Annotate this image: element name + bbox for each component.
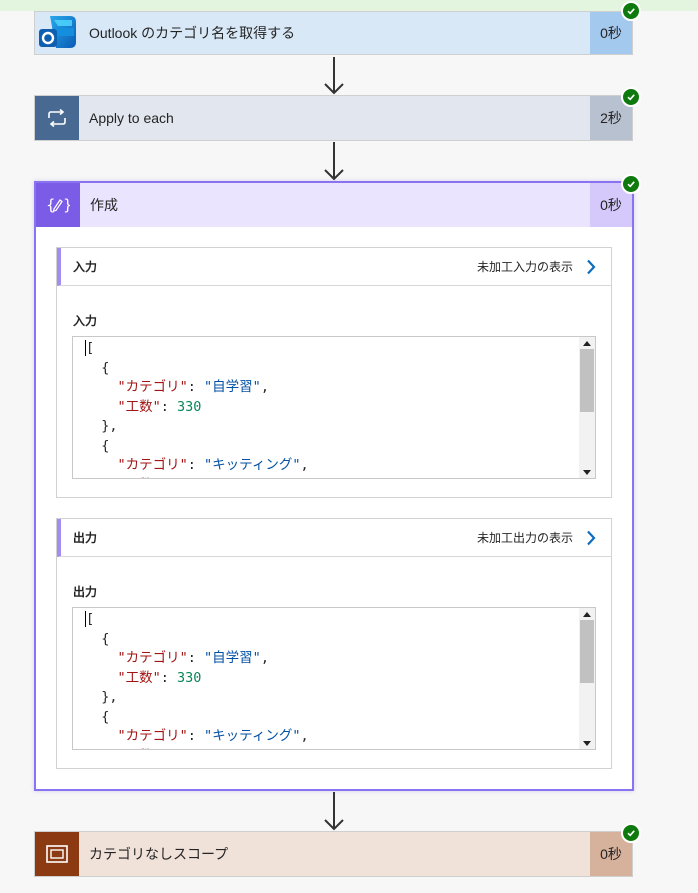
section-label: 入力 xyxy=(73,260,98,274)
json-key: "工数" xyxy=(117,398,161,415)
json-value: "自学習" xyxy=(204,379,261,395)
previous-step-band xyxy=(0,0,698,11)
chevron-right-icon[interactable] xyxy=(579,530,603,546)
svg-text:}: } xyxy=(63,196,70,214)
step-card-outlook[interactable]: Outlook のカテゴリ名を取得する 0秒 xyxy=(34,11,633,55)
compose-header[interactable]: { } 作成 0秒 xyxy=(36,183,632,227)
step-title: Apply to each xyxy=(89,110,174,126)
chevron-right-icon[interactable] xyxy=(579,259,603,275)
step-title: 作成 xyxy=(90,197,118,213)
inputs-section: 入力 未加工入力の表示 入力 [ { "カテゴリ": "自学習", "工数": … xyxy=(56,247,612,498)
json-key: "工数" xyxy=(118,748,161,750)
outputs-json-viewer[interactable]: [ { "カテゴリ": "自学習", "工数": 330 }, { "カテゴリ"… xyxy=(72,607,596,750)
step-title: Outlook のカテゴリ名を取得する xyxy=(89,25,296,41)
json-key: "カテゴリ" xyxy=(117,728,188,744)
inputs-section-header: 入力 未加工入力の表示 xyxy=(57,248,611,286)
connector-arrow-icon xyxy=(324,57,344,95)
show-raw-outputs-link[interactable]: 未加工出力の表示 xyxy=(477,529,579,546)
inputs-json-viewer[interactable]: [ { "カテゴリ": "自学習", "工数": 330 }, { "カテゴリ"… xyxy=(72,336,596,479)
json-key: "工数" xyxy=(117,669,161,686)
scroll-down-icon[interactable] xyxy=(579,466,595,478)
field-label: 入力 xyxy=(73,314,98,328)
section-label: 出力 xyxy=(73,531,98,545)
compose-icon: { } xyxy=(36,183,80,227)
scroll-up-icon[interactable] xyxy=(579,608,595,620)
outputs-section: 出力 未加工出力の表示 出力 [ { "カテゴリ": "自学習", "工数": … xyxy=(56,518,612,769)
json-value: 330 xyxy=(177,398,202,415)
step-card-scope[interactable]: カテゴリなしスコープ 0秒 xyxy=(34,831,633,877)
json-value: "自学習" xyxy=(204,650,261,666)
json-value: 300 xyxy=(177,748,201,750)
scroll-down-icon[interactable] xyxy=(579,737,595,749)
json-value: "キッティング" xyxy=(204,728,301,744)
success-check-icon xyxy=(621,823,641,843)
success-check-icon xyxy=(621,87,641,107)
scroll-up-icon[interactable] xyxy=(579,337,595,349)
step-card-apply-to-each[interactable]: Apply to each 2秒 xyxy=(34,95,633,141)
json-key: "カテゴリ" xyxy=(117,650,188,666)
json-value: 330 xyxy=(177,669,202,686)
step-title: カテゴリなしスコープ xyxy=(89,846,229,862)
json-key: "カテゴリ" xyxy=(117,457,188,473)
outputs-section-header: 出力 未加工出力の表示 xyxy=(57,519,611,557)
json-key: "カテゴリ" xyxy=(117,379,188,395)
show-raw-inputs-link[interactable]: 未加工入力の表示 xyxy=(477,258,579,275)
outlook-icon xyxy=(35,12,79,54)
success-check-icon xyxy=(621,1,641,21)
json-key: "工数" xyxy=(118,477,161,479)
step-card-compose[interactable]: { } 作成 0秒 入力 未加工入力の表示 入力 [ { "カテゴリ": "自学… xyxy=(34,181,634,791)
scroll-thumb[interactable] xyxy=(580,620,594,683)
loop-icon xyxy=(35,96,79,140)
scrollbar[interactable] xyxy=(579,337,595,478)
json-value: "キッティング" xyxy=(204,457,301,473)
scope-icon xyxy=(35,832,79,876)
success-check-icon xyxy=(621,174,641,194)
scrollbar[interactable] xyxy=(579,608,595,749)
connector-arrow-icon xyxy=(324,792,344,831)
json-value: 300 xyxy=(177,477,201,479)
field-label: 出力 xyxy=(73,585,98,599)
scroll-thumb[interactable] xyxy=(580,349,594,412)
connector-arrow-icon xyxy=(324,142,344,181)
